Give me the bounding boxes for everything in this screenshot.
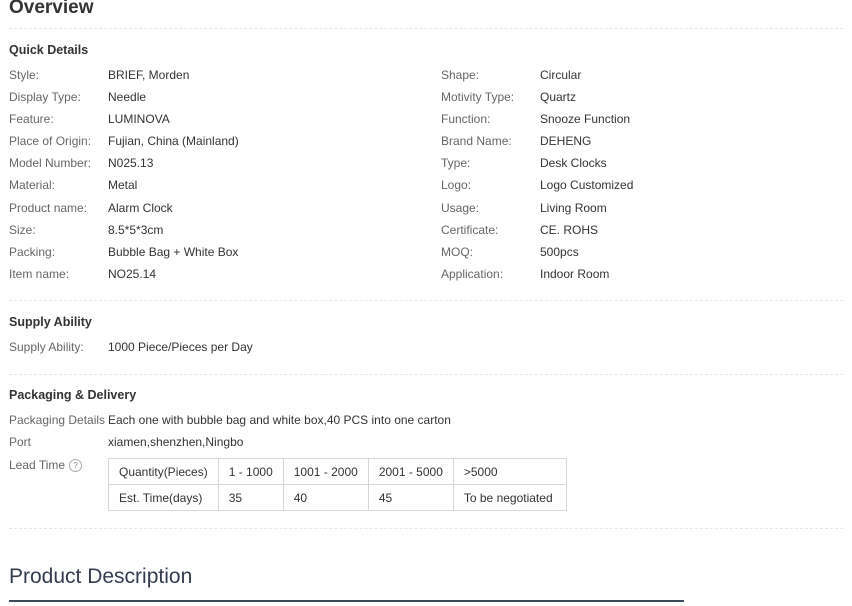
detail-label: Shape: — [441, 68, 480, 82]
detail-label: Place of Origin: — [9, 134, 92, 148]
detail-label: Certificate: — [441, 223, 499, 237]
quick-details-title: Quick Details — [9, 43, 89, 57]
detail-label: Packing: — [9, 245, 56, 259]
table-cell: 35 — [217, 484, 284, 511]
detail-label: Usage: — [441, 201, 480, 215]
packaging-details-label: Packaging Details — [9, 413, 106, 427]
detail-value: 8.5*5*3cm — [108, 223, 164, 237]
detail-value: Logo Customized — [540, 178, 634, 192]
overview-title: Overview — [9, 0, 94, 18]
detail-label: Logo: — [441, 178, 472, 192]
table-cell: 45 — [367, 484, 454, 511]
detail-value: Needle — [108, 90, 147, 104]
detail-value: LUMINOVA — [108, 112, 170, 126]
table-cell: 40 — [282, 484, 369, 511]
detail-value: 500pcs — [540, 245, 579, 259]
detail-label: Material: — [9, 178, 56, 192]
table-cell: To be negotiated — [452, 484, 567, 511]
packaging-details-value: Each one with bubble bag and white box,4… — [108, 413, 451, 427]
detail-value: Bubble Bag + White Box — [108, 245, 239, 259]
detail-value: N025.13 — [108, 156, 154, 170]
lead-time-label: Lead Time — [9, 458, 66, 472]
detail-label: Size: — [9, 223, 36, 237]
divider — [9, 300, 843, 301]
divider — [9, 528, 843, 529]
detail-label: Brand Name: — [441, 134, 512, 148]
product-description-title: Product Description — [9, 565, 193, 588]
detail-value: Alarm Clock — [108, 201, 173, 215]
lead-time-label-wrap: Lead Time? — [9, 458, 83, 473]
detail-label: Model Number: — [9, 156, 92, 170]
detail-label: Application: — [441, 267, 504, 281]
detail-value: Circular — [540, 68, 582, 82]
detail-label: Style: — [9, 68, 40, 82]
detail-value: DEHENG — [540, 134, 592, 148]
divider — [9, 374, 843, 375]
table-row: Est. Time(days) 35 40 45 To be negotiate… — [108, 484, 567, 511]
detail-value: Quartz — [540, 90, 577, 104]
supply-ability-title: Supply Ability — [9, 315, 92, 329]
detail-value: BRIEF, Morden — [108, 68, 190, 82]
packaging-delivery-title: Packaging & Delivery — [9, 388, 137, 402]
detail-label: Type: — [441, 156, 471, 170]
detail-label: Function: — [441, 112, 491, 126]
detail-label: Product name: — [9, 201, 88, 215]
detail-label: Motivity Type: — [441, 90, 515, 104]
detail-value: Living Room — [540, 201, 607, 215]
supply-ability-value: 1000 Piece/Pieces per Day — [108, 340, 253, 354]
detail-value: NO25.14 — [108, 267, 157, 281]
detail-value: Fujian, China (Mainland) — [108, 134, 239, 148]
detail-value: Metal — [108, 178, 138, 192]
detail-value: Snooze Function — [540, 112, 631, 126]
detail-value: CE. ROHS — [540, 223, 599, 237]
table-cell: Quantity(Pieces) — [108, 458, 219, 485]
table-cell: >5000 — [452, 458, 567, 485]
supply-ability-label: Supply Ability: — [9, 340, 84, 354]
port-label: Port — [9, 435, 32, 449]
help-icon[interactable]: ? — [69, 459, 83, 473]
detail-label: MOQ: — [441, 245, 473, 259]
title-underline — [9, 600, 684, 602]
table-row: Quantity(Pieces) 1 - 1000 1001 - 2000 20… — [108, 458, 567, 485]
lead-time-table: Quantity(Pieces) 1 - 1000 1001 - 2000 20… — [108, 458, 567, 511]
detail-label: Display Type: — [9, 90, 81, 104]
table-cell: 1001 - 2000 — [282, 458, 369, 485]
detail-value: Desk Clocks — [540, 156, 607, 170]
table-cell: 1 - 1000 — [217, 458, 284, 485]
detail-label: Feature: — [9, 112, 54, 126]
table-cell: Est. Time(days) — [108, 484, 219, 511]
detail-value: Indoor Room — [540, 267, 610, 281]
port-value: xiamen,shenzhen,Ningbo — [108, 435, 244, 449]
table-cell: 2001 - 5000 — [367, 458, 454, 485]
divider — [9, 28, 843, 29]
detail-label: Item name: — [9, 267, 70, 281]
